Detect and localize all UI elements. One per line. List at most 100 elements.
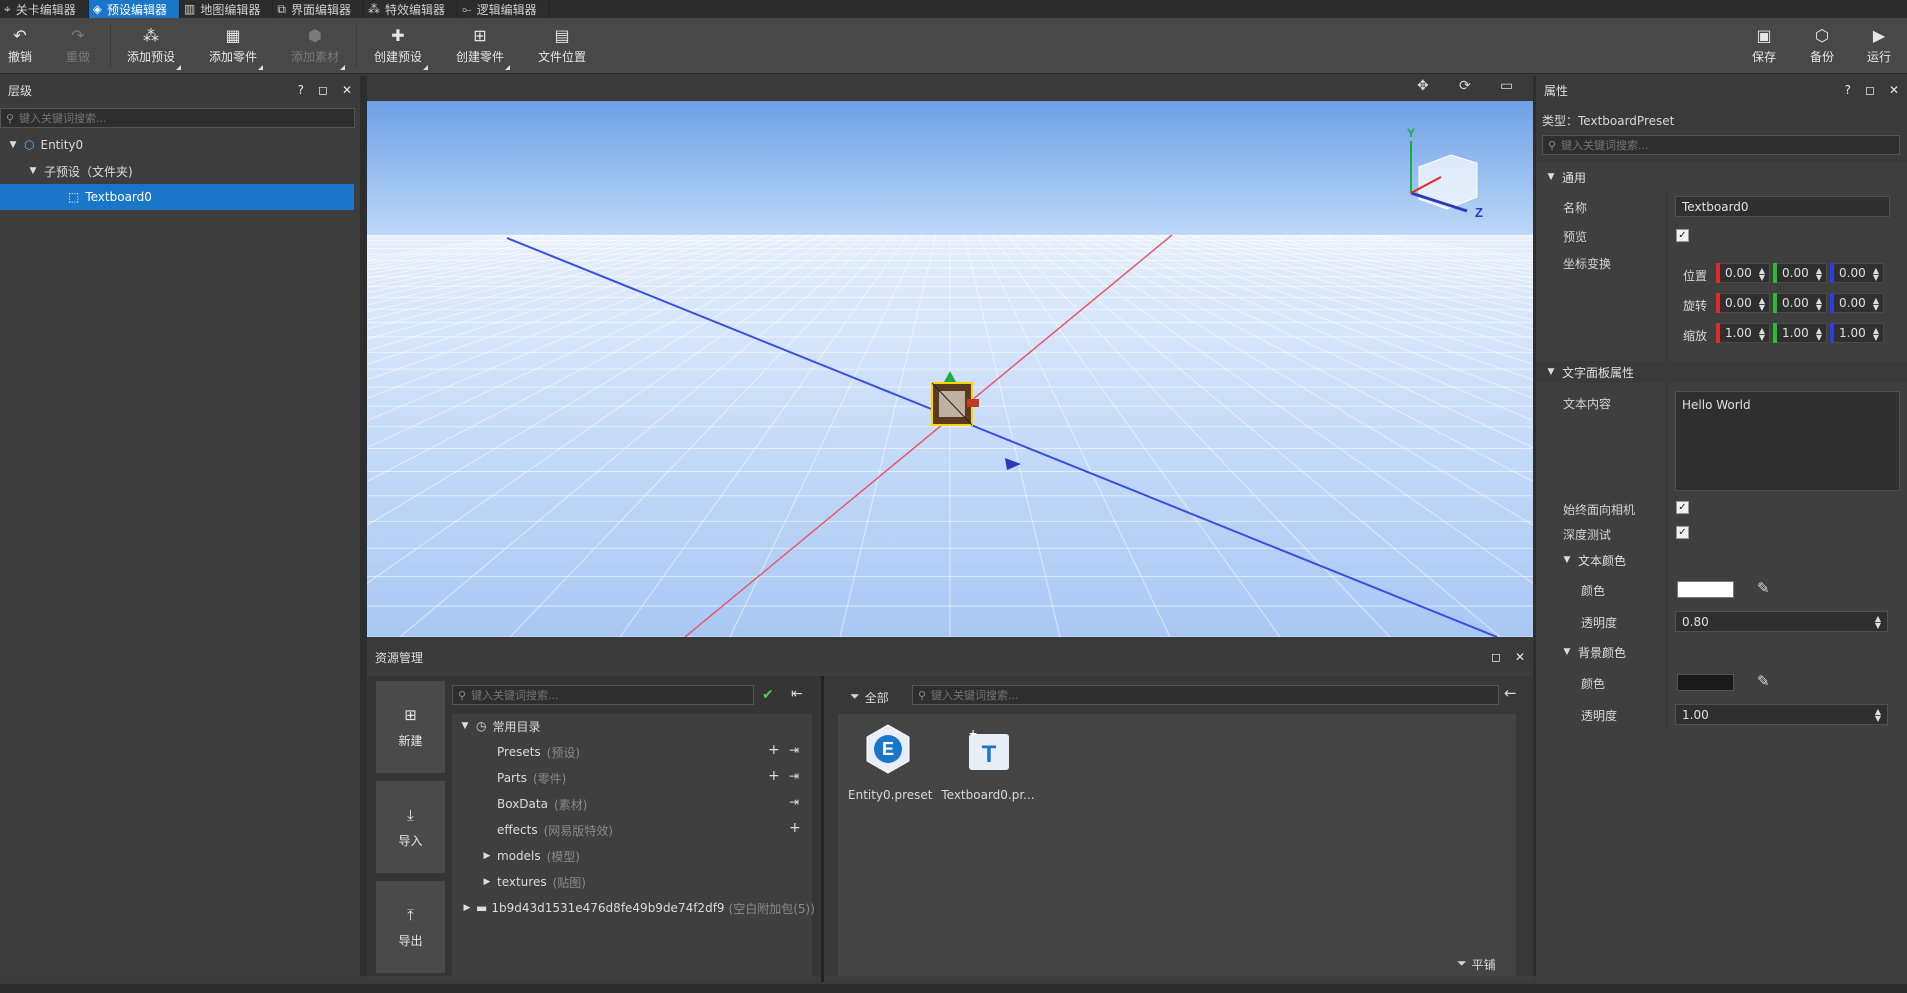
frame-tool-icon[interactable]: ▭: [1500, 78, 1513, 94]
properties-search-input[interactable]: [1561, 138, 1894, 152]
close-icon[interactable]: ✕: [342, 83, 352, 97]
filter-check-icon[interactable]: ✔: [762, 687, 774, 703]
rotate-tool-icon[interactable]: ⟳: [1459, 78, 1471, 94]
section-general[interactable]: ▼ 通用: [1536, 166, 1907, 188]
text-content-field[interactable]: Hello World: [1675, 391, 1900, 491]
create-preset-button[interactable]: ✚ 创建预设: [372, 18, 428, 74]
create-part-button[interactable]: ⊞ 创建零件: [454, 18, 510, 74]
maximize-icon[interactable]: ◻: [318, 83, 328, 97]
bg-color-swatch[interactable]: [1677, 674, 1734, 691]
scale-z-field[interactable]: 1.00 ▲ ▼: [1830, 323, 1884, 343]
back-arrow-icon[interactable]: ←: [1504, 684, 1517, 702]
tab-preset-editor[interactable]: ◈ 预设编辑器: [88, 0, 181, 18]
rotation-z-field[interactable]: 0.00 ▲ ▼: [1830, 293, 1884, 313]
expand-arrow-icon[interactable]: ▼: [460, 721, 470, 731]
add-part-icon[interactable]: +: [768, 768, 780, 784]
position-z-field[interactable]: 0.00 ▲ ▼: [1830, 263, 1884, 283]
new-asset-button[interactable]: ⊞ 新建: [376, 681, 445, 773]
preview-checkbox[interactable]: ✓: [1676, 229, 1689, 242]
import-button[interactable]: ⤓ 导入: [376, 781, 445, 873]
tree-item-subpreset-folder[interactable]: ▼ 子预设（文件夹): [0, 158, 360, 184]
tree-item-models[interactable]: ▶ models (模型): [482, 844, 840, 868]
close-icon[interactable]: ✕: [1889, 83, 1899, 97]
splitter[interactable]: [360, 76, 367, 976]
hierarchy-search[interactable]: ⚲: [0, 108, 355, 128]
scene-viewport[interactable]: ✥ ⟳ ▭ Y Z: [367, 74, 1533, 637]
collapse-arrow-icon[interactable]: ▼: [1546, 367, 1556, 377]
file-location-button[interactable]: ▤ 文件位置: [536, 18, 588, 74]
tree-item-parts[interactable]: Parts (零件): [497, 766, 855, 790]
asset-search[interactable]: ⚲: [452, 685, 754, 705]
eyedropper-icon[interactable]: ✎: [1757, 672, 1770, 690]
tab-effects-editor[interactable]: ⁂ 特效编辑器: [364, 0, 458, 18]
scale-y-field[interactable]: 1.00 ▲ ▼: [1773, 323, 1827, 343]
close-icon[interactable]: ✕: [1515, 650, 1525, 664]
textboard-gizmo[interactable]: [931, 382, 979, 426]
open-folder-icon[interactable]: ⇥: [789, 795, 799, 809]
position-x-field[interactable]: 0.00 ▲ ▼: [1716, 263, 1770, 283]
expand-arrow-icon[interactable]: ▼: [28, 166, 38, 176]
tree-common-directory[interactable]: ▼ ◷ 常用目录: [460, 714, 818, 738]
rotation-x-field[interactable]: 0.00 ▲ ▼: [1716, 293, 1770, 313]
run-button[interactable]: ▶ 运行: [1865, 18, 1893, 74]
tree-item-textboard0[interactable]: ⬚ Textboard0: [0, 184, 354, 210]
rotation-y-field[interactable]: 0.00 ▲ ▼: [1773, 293, 1827, 313]
text-opacity-field[interactable]: 0.80 ▲ ▼: [1675, 611, 1888, 632]
depth-test-checkbox[interactable]: ✓: [1676, 526, 1689, 539]
backup-button[interactable]: ⬡ 备份: [1808, 18, 1836, 74]
tree-item-textures[interactable]: ▶ textures (贴图): [482, 870, 840, 894]
face-camera-checkbox[interactable]: ✓: [1676, 501, 1689, 514]
expand-arrow-icon[interactable]: ▶: [482, 877, 492, 887]
add-preset-button[interactable]: ⁂ 添加预设: [125, 18, 181, 74]
maximize-icon[interactable]: ◻: [1491, 650, 1501, 664]
tab-level-editor[interactable]: ⌖ 关卡编辑器: [0, 0, 89, 18]
add-part-button[interactable]: ▦ 添加零件: [207, 18, 263, 74]
add-material-button[interactable]: ⬢ 添加素材: [289, 18, 345, 74]
files-search[interactable]: ⚲: [912, 685, 1499, 705]
collapse-arrow-icon[interactable]: ▼: [1562, 555, 1572, 565]
tab-ui-editor[interactable]: ⧉ 界面编辑器: [273, 0, 364, 18]
name-field[interactable]: Textboard0: [1675, 196, 1890, 217]
save-button[interactable]: ▣ 保存: [1750, 18, 1778, 74]
tile-view-button[interactable]: ⏷ 平铺: [1457, 956, 1496, 973]
eyedropper-icon[interactable]: ✎: [1757, 579, 1770, 597]
section-bg-color[interactable]: ▼ 背景颜色: [1536, 641, 1907, 663]
scene-render[interactable]: Y Z: [367, 101, 1533, 637]
tree-item-presets[interactable]: Presets (预设): [497, 740, 855, 764]
open-folder-icon[interactable]: ⇥: [789, 743, 799, 757]
files-search-input[interactable]: [931, 688, 1493, 702]
tab-map-editor[interactable]: ▥ 地图编辑器: [180, 0, 274, 18]
open-folder-icon[interactable]: ⇥: [789, 769, 799, 783]
expand-arrow-icon[interactable]: ▶: [482, 851, 492, 861]
hierarchy-header: 层级 ? ◻ ✕: [0, 76, 360, 104]
collapse-icon[interactable]: ⇤: [791, 686, 803, 702]
section-text-panel[interactable]: ▼ 文字面板属性: [1536, 361, 1907, 383]
scale-x-field[interactable]: 1.00 ▲ ▼: [1716, 323, 1770, 343]
section-text-color[interactable]: ▼ 文本颜色: [1536, 549, 1907, 571]
expand-arrow-icon[interactable]: ▶: [462, 903, 472, 913]
maximize-icon[interactable]: ◻: [1865, 83, 1875, 97]
position-y-field[interactable]: 0.00 ▲ ▼: [1773, 263, 1827, 283]
export-button[interactable]: ⤒ 导出: [376, 881, 445, 973]
bg-opacity-field[interactable]: 1.00 ▲ ▼: [1675, 704, 1888, 725]
text-color-swatch[interactable]: [1677, 581, 1734, 598]
tree-item-addon-pack[interactable]: ▶ ▬ 1b9d43d1531e476d8fe49b9de74f2df9 (空白附加包…: [462, 896, 818, 920]
move-tool-icon[interactable]: ✥: [1417, 78, 1429, 94]
help-icon[interactable]: ?: [1845, 83, 1851, 97]
add-effect-icon[interactable]: +: [789, 820, 801, 836]
collapse-arrow-icon[interactable]: ▼: [1546, 172, 1556, 182]
tree-item-effects[interactable]: effects (网易版特效): [497, 818, 855, 842]
filter-all-button[interactable]: ⏷ 全部: [850, 689, 889, 706]
properties-search[interactable]: ⚲: [1542, 135, 1900, 155]
help-icon[interactable]: ?: [298, 83, 304, 97]
expand-arrow-icon[interactable]: ▼: [8, 140, 18, 150]
tab-logic-editor[interactable]: ⟜ 逻辑编辑器: [458, 0, 550, 18]
asset-search-input[interactable]: [471, 688, 748, 702]
collapse-arrow-icon[interactable]: ▼: [1562, 647, 1572, 657]
undo-button[interactable]: ↶ 撤销: [6, 18, 34, 74]
redo-button[interactable]: ↷ 重做: [64, 18, 92, 74]
tree-item-entity0[interactable]: ▼ ⬡ Entity0: [0, 132, 360, 158]
tree-item-boxdata[interactable]: BoxData (素材): [497, 792, 855, 816]
hierarchy-search-input[interactable]: [19, 111, 349, 125]
add-preset-icon[interactable]: +: [768, 742, 780, 758]
